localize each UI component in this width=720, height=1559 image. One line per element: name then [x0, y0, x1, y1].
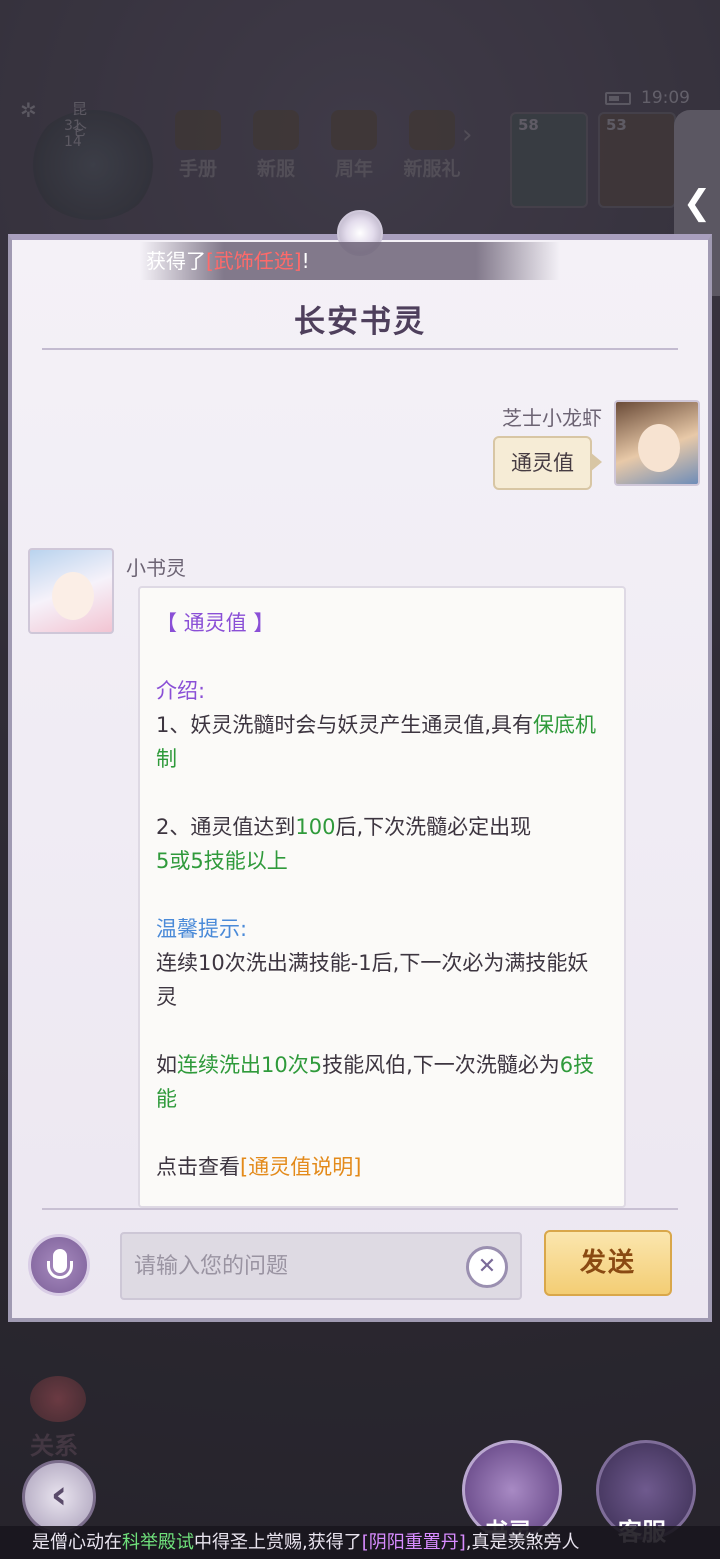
- relation-button[interactable]: 关系: [30, 1376, 86, 1461]
- voice-input-button[interactable]: [28, 1234, 90, 1296]
- rule2-result: 5或5技能以上: [156, 849, 288, 873]
- input-divider: [42, 1208, 678, 1210]
- microphone-stand-icon: [47, 1261, 73, 1279]
- answer-tip2: 如连续洗出10次5技能风伯,下一次洗髓必为6技能: [156, 1048, 608, 1116]
- answer-rule2: 2、通灵值达到100后,下次洗髓必定出现 5或5技能以上: [156, 810, 608, 878]
- toast-item: [武饰任选]: [206, 249, 302, 273]
- tip-label: 温馨提示:: [156, 917, 248, 941]
- intro-line1: 1、妖灵洗髓时会与妖灵产生通灵值,具有: [156, 713, 534, 737]
- toast-suffix: !: [301, 249, 310, 273]
- bot-name: 小书灵: [126, 556, 186, 580]
- marquee-part1: 是僧心动在: [32, 1532, 122, 1553]
- user-avatar[interactable]: [614, 400, 700, 486]
- avatar-face: [638, 424, 680, 472]
- back-button[interactable]: ‹: [22, 1460, 96, 1534]
- send-button[interactable]: 发送: [544, 1230, 672, 1296]
- link-prefix: 点击查看: [156, 1155, 240, 1179]
- tip2-a: 如: [156, 1053, 177, 1077]
- user-message-bubble: 通灵值: [493, 436, 602, 490]
- announcement-marquee: 是僧心动在科举殿试中得圣上赏赐,获得了[阴阳重置丹],真是羡煞旁人: [0, 1526, 720, 1559]
- rule2-value: 100: [295, 815, 336, 839]
- rule2-a: 2、通灵值达到: [156, 815, 296, 839]
- user-name: 芝士小龙虾: [502, 406, 602, 430]
- close-icon: ✕: [477, 1254, 497, 1279]
- bot-message-bubble: 【 通灵值 】 介绍: 1、妖灵洗髓时会与妖灵产生通灵值,具有保底机制 2、通灵…: [138, 586, 626, 1208]
- relation-label: 关系: [30, 1432, 78, 1460]
- marquee-event: 科举殿试: [122, 1532, 194, 1553]
- marquee-part5: ,真是羡煞旁人: [465, 1532, 580, 1553]
- avatar-face: [52, 572, 94, 620]
- intro-label: 介绍:: [156, 679, 206, 703]
- back-arrow-icon: ‹: [50, 1472, 68, 1518]
- tip2-c: 技能风伯,下一次洗髓必为: [322, 1053, 560, 1077]
- title-divider: [42, 348, 678, 350]
- answer-heading: 【 通灵值 】: [156, 611, 275, 635]
- heart-icon: [30, 1376, 86, 1422]
- rule2-c: 后,下次洗髓必定出现: [335, 815, 532, 839]
- marquee-item: [阴阳重置丹]: [361, 1532, 466, 1553]
- answer-link-line: 点击查看[通灵值说明]: [156, 1150, 608, 1184]
- tip1: 连续10次洗出满技能-1后,下一次必为满技能妖灵: [156, 951, 589, 1009]
- toast-prefix: 获得了: [146, 249, 206, 273]
- bot-avatar[interactable]: [28, 548, 114, 634]
- dialog-title: 长安书灵: [294, 304, 426, 340]
- reward-toast: 获得了[武饰任选]!: [140, 242, 560, 280]
- clear-input-button[interactable]: ✕: [466, 1246, 508, 1288]
- explanation-link[interactable]: [通灵值说明]: [240, 1155, 361, 1179]
- chevron-left-icon: ❮: [682, 183, 712, 223]
- question-input[interactable]: [120, 1232, 522, 1300]
- tip2-b: 连续洗出10次5: [177, 1053, 323, 1077]
- answer-tip: 温馨提示: 连续10次洗出满技能-1后,下一次必为满技能妖灵: [156, 912, 608, 1014]
- answer-intro: 介绍: 1、妖灵洗髓时会与妖灵产生通灵值,具有保底机制: [156, 674, 608, 776]
- marquee-part3: 中得圣上赏赐,获得了: [194, 1532, 362, 1553]
